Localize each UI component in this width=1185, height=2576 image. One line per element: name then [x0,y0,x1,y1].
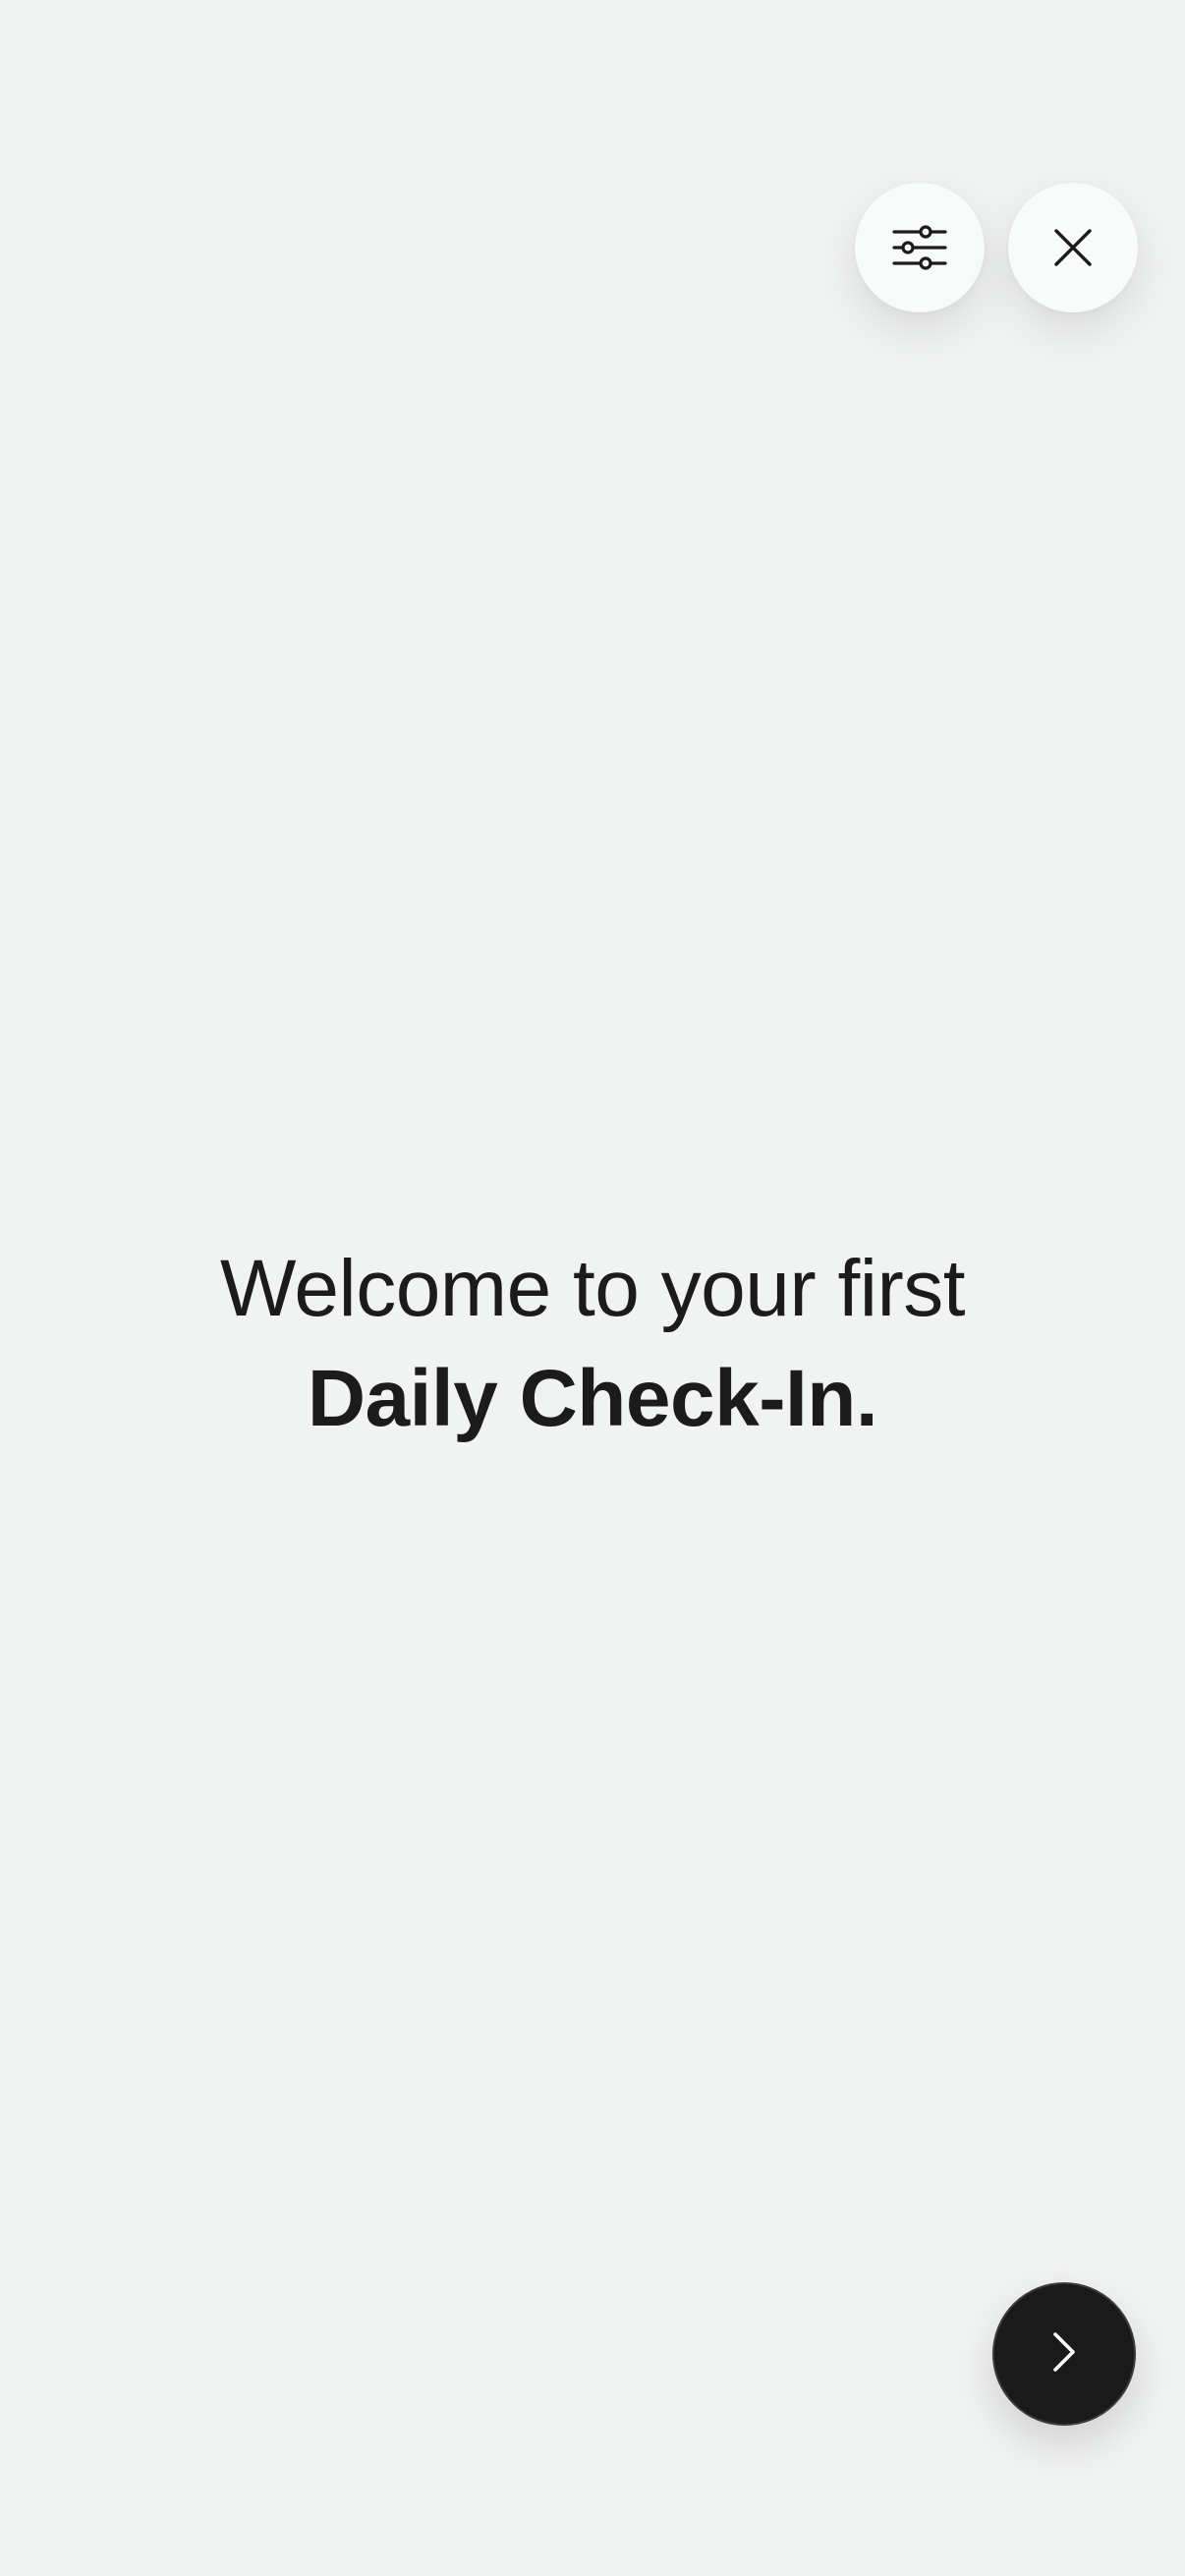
welcome-line-1: Welcome to your first [219,1244,966,1333]
close-icon [1053,228,1093,267]
welcome-line-2: Daily Check-In. [307,1354,878,1443]
filter-button[interactable] [855,183,985,312]
chevron-right-icon [1049,2330,1079,2379]
close-button[interactable] [1008,183,1138,312]
next-button[interactable] [992,2282,1136,2426]
top-actions [855,183,1138,312]
welcome-message: Welcome to your first Daily Check-In. [0,1236,1185,1456]
sliders-icon [892,225,947,270]
